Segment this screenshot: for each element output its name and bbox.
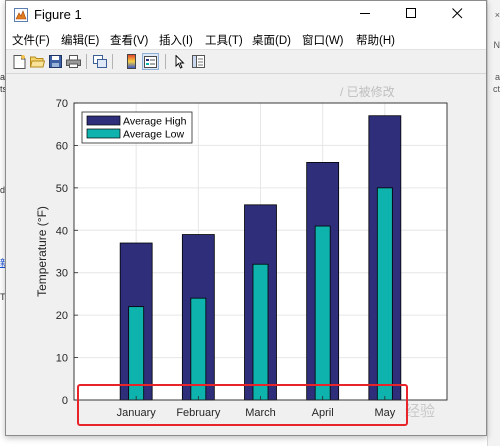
menu-window[interactable]: 窗口(W) <box>302 32 344 48</box>
background-text: ct <box>492 84 500 94</box>
bar-average-low <box>376 187 393 401</box>
y-tick-label: 10 <box>56 353 68 365</box>
y-tick-label: 30 <box>56 268 68 280</box>
y-tick-label: 60 <box>56 140 68 152</box>
colorbar-icon[interactable] <box>123 53 140 70</box>
background-close-icon[interactable]: × <box>495 10 500 20</box>
link-plot-icon[interactable] <box>91 53 108 70</box>
window-title: Figure 1 <box>34 7 82 22</box>
highlight-annotation-box <box>77 384 408 426</box>
background-text: a <box>494 72 500 82</box>
background-text: N <box>493 40 500 50</box>
menu-bar: 文件(F) 编辑(E) 查看(V) 插入(I) 工具(T) 桌面(D) 窗口(W… <box>6 29 486 50</box>
toolbar-separator <box>165 54 166 69</box>
menu-edit[interactable]: 编辑(E) <box>61 32 99 48</box>
bar-average-low <box>252 263 269 401</box>
menu-desktop[interactable]: 桌面(D) <box>252 32 291 48</box>
y-tick-label: 40 <box>56 225 68 237</box>
menu-file[interactable]: 文件(F) <box>12 32 50 48</box>
maximize-button[interactable] <box>388 1 434 29</box>
pointer-icon[interactable] <box>171 53 188 70</box>
menu-view[interactable]: 查看(V) <box>110 32 148 48</box>
save-icon[interactable] <box>47 53 64 70</box>
toolbar <box>6 50 486 74</box>
toolbar-separator <box>86 54 87 69</box>
legend-entry: Average Low <box>123 129 185 141</box>
open-file-icon[interactable] <box>29 53 46 70</box>
bar-chart[interactable]: 010203040506070January February March April… <box>6 74 486 435</box>
y-tick-label: 70 <box>56 98 68 110</box>
y-tick-label: 20 <box>56 310 68 322</box>
y-axis-label: Temperature (°F) <box>35 206 49 297</box>
minimize-icon <box>359 6 371 24</box>
legend-swatch <box>86 128 121 139</box>
legend-icon[interactable] <box>142 53 159 70</box>
background-app-right: × N a ct <box>487 0 500 446</box>
watermark-text: / 已被修改 <box>340 85 395 99</box>
new-figure-icon[interactable] <box>11 53 28 70</box>
title-bar[interactable]: Figure 1 <box>6 1 486 29</box>
y-tick-label: 50 <box>56 183 68 195</box>
y-tick-label: 0 <box>62 395 68 407</box>
watermark-text: 经验 <box>405 403 436 420</box>
menu-tools[interactable]: 工具(T) <box>205 32 243 48</box>
toolbar-separator <box>112 54 113 69</box>
maximize-icon <box>405 6 417 24</box>
close-icon <box>451 6 463 24</box>
print-icon[interactable] <box>65 53 82 70</box>
matlab-app-icon <box>14 8 28 22</box>
menu-help[interactable]: 帮助(H) <box>356 32 395 48</box>
figure-window: Figure 1 文件(F) 编辑(E) 查看(V) 插入(I) 工具(T) 桌… <box>5 0 487 436</box>
close-button[interactable] <box>434 1 480 29</box>
legend-swatch <box>86 115 121 126</box>
bar-average-low <box>314 225 331 401</box>
minimize-button[interactable] <box>342 1 388 29</box>
figure-canvas: 0 10 20 30 40 50 60 70 January February March April… <box>6 74 486 435</box>
legend-entry: Average High <box>123 116 187 128</box>
menu-insert[interactable]: 插入(I) <box>159 32 193 48</box>
property-editor-icon[interactable] <box>190 53 207 70</box>
